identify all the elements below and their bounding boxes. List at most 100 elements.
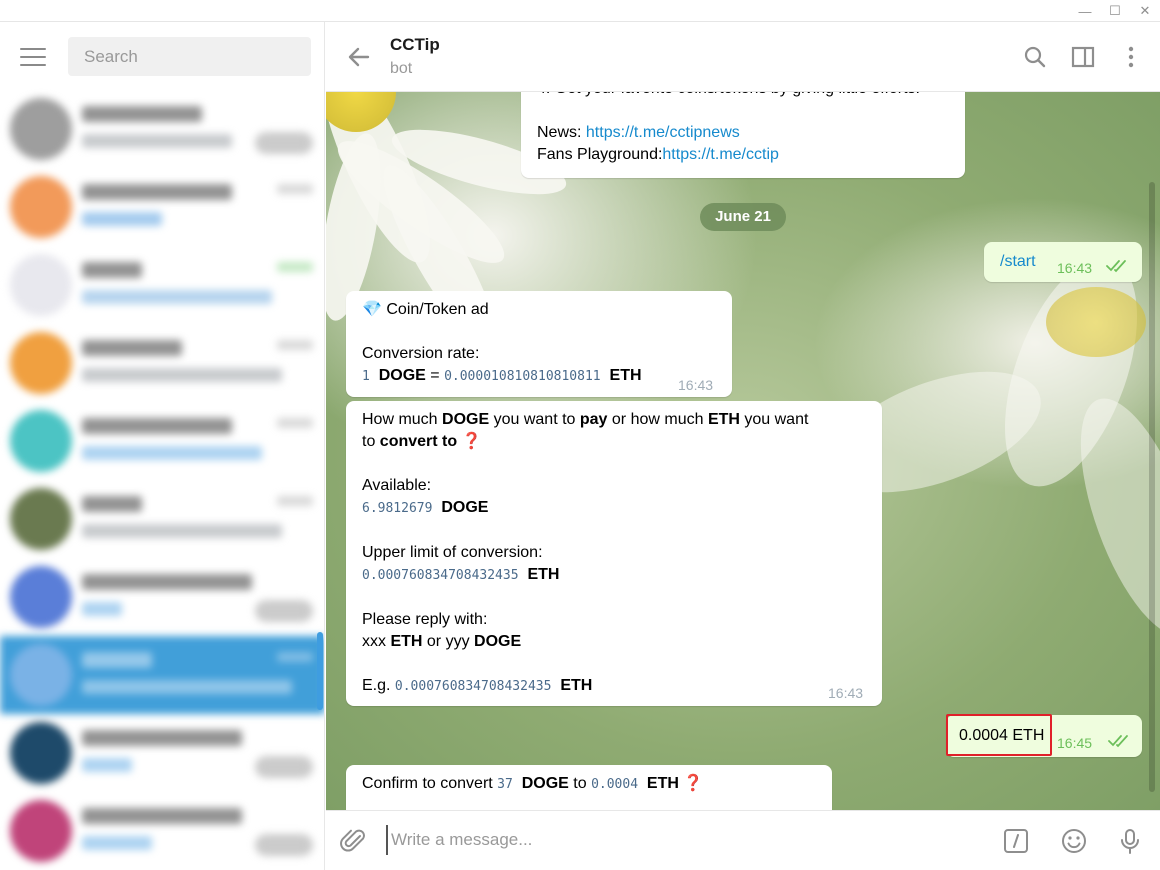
unread-badge (255, 834, 313, 856)
fans-line: Fans Playground:https://t.me/cctip (537, 146, 779, 163)
more-options-icon[interactable] (1118, 44, 1144, 70)
question-icon: ❓ (683, 775, 704, 792)
news-line: News: https://t.me/cctipnews (537, 124, 740, 141)
chat-title[interactable]: CCTip (390, 35, 440, 55)
chat-preview-blurred (82, 524, 282, 538)
avatar (10, 644, 72, 706)
chat-name-blurred (82, 652, 152, 668)
chat-list-item[interactable] (0, 558, 324, 636)
minimize-button[interactable]: — (1070, 0, 1100, 22)
message-bubble-how-much[interactable]: How much DOGE you want to pay or how muc… (346, 401, 882, 706)
message-bubble-confirm[interactable]: Confirm to convert 37 DOGE to 0.0004 ETH… (346, 765, 832, 810)
message-time: 16:43 (828, 685, 864, 701)
intro-line-4: 4. Get your favorite coins/tokens by giv… (537, 92, 949, 100)
chat-preview-blurred (82, 602, 122, 616)
avatar (10, 254, 72, 316)
chat-list-item[interactable] (0, 90, 324, 168)
chat-scrollbar[interactable] (1149, 182, 1155, 792)
chat-time-blurred (277, 340, 313, 350)
chat-list (0, 90, 324, 870)
chat-preview-blurred (82, 134, 232, 148)
chat-preview-blurred (82, 290, 272, 304)
message-bubble-intro[interactable]: 4. Get your favorite coins/tokens by giv… (521, 92, 965, 178)
available-line: 6.9812679 DOGE (362, 499, 489, 516)
chat-list-item[interactable] (0, 324, 324, 402)
chat-name-blurred (82, 184, 232, 200)
chat-list-item[interactable] (0, 792, 324, 870)
message-bubble-start[interactable]: /start 16:43 (984, 242, 1142, 282)
message-time: 16:43 (678, 377, 714, 393)
message-time: 16:43 (1057, 260, 1093, 276)
diamond-icon: 💎 (362, 301, 382, 318)
chat-list-item[interactable] (0, 714, 324, 792)
chat-time-blurred (277, 184, 313, 194)
back-arrow-icon[interactable] (346, 44, 372, 70)
unread-badge (255, 756, 313, 778)
upper-limit-line: 0.000760834708432435 ETH (362, 566, 560, 583)
chat-name-blurred (82, 262, 142, 278)
double-check-icon (1106, 260, 1126, 273)
message-time: 16:45 (1057, 735, 1093, 751)
avatar (10, 722, 72, 784)
emoji-icon[interactable] (1060, 827, 1088, 855)
example-line: E.g. 0.000760834708432435 ETH (362, 677, 593, 694)
fans-link[interactable]: https://t.me/cctip (662, 146, 778, 163)
chat-name-blurred (82, 808, 242, 824)
rate-label: Conversion rate: (362, 345, 480, 362)
chat-sidebar: Search (0, 22, 325, 870)
unread-badge (255, 132, 313, 154)
microphone-icon[interactable] (1116, 827, 1144, 855)
search-input[interactable]: Search (68, 37, 311, 76)
attach-paperclip-icon[interactable] (340, 827, 368, 855)
question-icon: ❓ (461, 433, 482, 450)
bot-commands-icon[interactable] (1002, 827, 1030, 855)
avatar (10, 410, 72, 472)
chat-time-blurred (277, 496, 313, 506)
chat-name-blurred (82, 574, 252, 590)
message-composer: Write a message... (326, 810, 1160, 870)
chat-time-blurred (277, 262, 313, 272)
sidebar-toggle-icon[interactable] (1070, 44, 1096, 70)
message-bubble-coin-ad[interactable]: 💎 Coin/Token ad Conversion rate: 1 DOGE … (346, 291, 732, 397)
chat-preview-blurred (82, 680, 292, 694)
news-link[interactable]: https://t.me/cctipnews (586, 124, 740, 141)
avatar (10, 488, 72, 550)
chat-list-item[interactable] (0, 402, 324, 480)
chat-preview-blurred (82, 368, 282, 382)
chat-list-item[interactable] (0, 246, 324, 324)
hamburger-menu-icon[interactable] (20, 48, 46, 68)
search-icon[interactable] (1022, 44, 1048, 70)
double-check-icon (1108, 735, 1128, 748)
background-flower-center (1046, 287, 1146, 357)
chat-header: CCTip bot (326, 22, 1160, 92)
chat-list-item[interactable] (0, 168, 324, 246)
close-button[interactable]: ✕ (1130, 0, 1160, 22)
chat-time-blurred (277, 418, 313, 428)
chat-preview-blurred (82, 836, 152, 850)
chat-name-blurred (82, 730, 242, 746)
coin-ad-title: 💎 Coin/Token ad (362, 301, 489, 318)
available-label: Available: (362, 477, 432, 494)
avatar (10, 176, 72, 238)
chat-time-blurred (277, 652, 313, 662)
message-input[interactable]: Write a message... (386, 825, 986, 855)
chat-preview-blurred (82, 758, 132, 772)
chat-name-blurred (82, 418, 232, 434)
chat-messages-area: 4. Get your favorite coins/tokens by giv… (326, 92, 1160, 810)
selected-chat-indicator (317, 632, 323, 710)
unread-badge (255, 600, 313, 622)
avatar (10, 566, 72, 628)
chat-preview-blurred (82, 446, 262, 460)
start-command[interactable]: /start (1000, 251, 1036, 273)
date-divider: June 21 (700, 203, 786, 231)
chat-subtitle: bot (390, 60, 413, 77)
chat-list-item[interactable] (0, 480, 324, 558)
reply-format-line: xxx ETH or yyy DOGE (362, 633, 522, 650)
highlight-box (946, 714, 1052, 756)
rate-line: 1 DOGE = 0.000010810810810811 ETH (362, 367, 642, 384)
maximize-button[interactable]: ☐ (1100, 0, 1130, 22)
reply-label: Please reply with: (362, 611, 488, 628)
upper-limit-label: Upper limit of conversion: (362, 544, 543, 561)
chat-preview-blurred (82, 212, 162, 226)
chat-list-item-selected[interactable] (0, 636, 324, 714)
